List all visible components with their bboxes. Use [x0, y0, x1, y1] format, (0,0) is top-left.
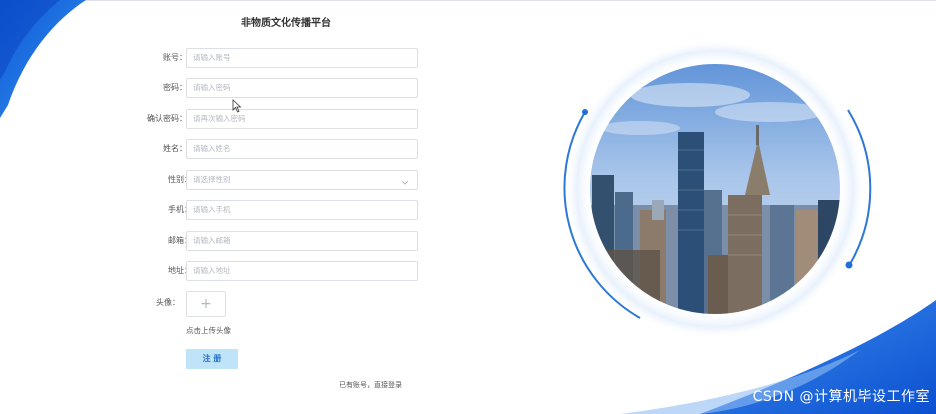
phone-row: 手机： 请输入手机 [120, 200, 420, 220]
name-input[interactable]: 请输入姓名 [186, 139, 418, 159]
plus-icon: + [200, 296, 212, 312]
confirm-password-input[interactable]: 请再次输入密码 [186, 109, 418, 129]
name-row: 姓名：* 请输入姓名 [120, 139, 420, 159]
email-row: 邮箱： 请输入邮箱 [120, 231, 420, 251]
address-row: 地址： 请输入地址 [120, 261, 420, 281]
top-border [0, 0, 936, 1]
gender-select-placeholder: 请选择性别 [193, 175, 231, 184]
confirm-password-row: 确认密码：* 请再次输入密码 [120, 109, 420, 129]
email-input[interactable]: 请输入邮箱 [186, 231, 418, 251]
cityscape-image [589, 63, 841, 315]
gender-row: 性别： 请选择性别 [120, 170, 420, 190]
username-input[interactable]: 请输入账号 [186, 48, 418, 68]
upload-hint: 点击上传头像 [186, 326, 231, 335]
username-row: 账号：* 请输入账号 [120, 48, 420, 68]
password-input[interactable]: 请输入密码 [186, 78, 418, 98]
avatar-upload-button[interactable]: + [186, 291, 226, 317]
phone-input[interactable]: 请输入手机 [186, 200, 418, 220]
avatar-label: 头像： [156, 298, 180, 307]
mouse-cursor-icon [232, 99, 242, 113]
page-title: 非物质文化传播平台 [241, 18, 331, 29]
chevron-down-icon [401, 175, 409, 193]
register-button[interactable]: 注 册 [186, 349, 238, 369]
password-row: 密码：* 请输入密码 [120, 78, 420, 98]
gender-select[interactable]: 请选择性别 [186, 170, 418, 190]
address-input[interactable]: 请输入地址 [186, 261, 418, 281]
login-link[interactable]: 已有账号，直接登录 [339, 380, 402, 390]
watermark: CSDN @计算机毕设工作室 [752, 389, 930, 405]
